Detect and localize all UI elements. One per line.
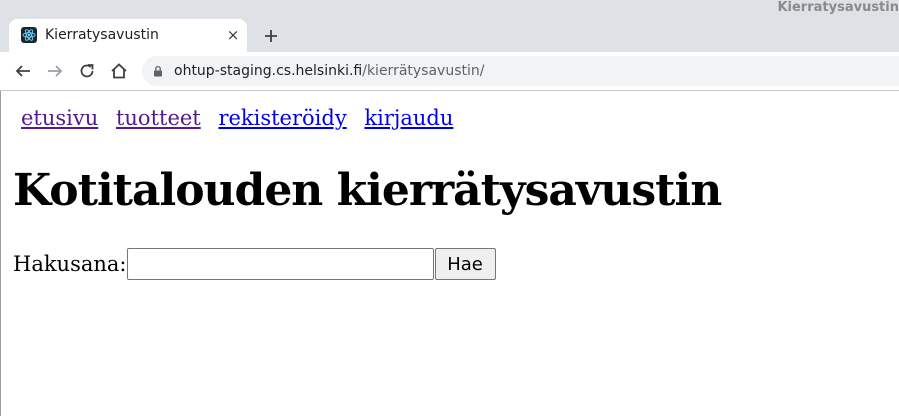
browser-tab-active[interactable]: Kierratysavustin × bbox=[9, 19, 247, 52]
nav-link-etusivu[interactable]: etusivu bbox=[21, 106, 98, 130]
tab-close-icon[interactable]: × bbox=[225, 27, 241, 43]
plus-icon bbox=[265, 30, 277, 42]
page-content: etusivu tuotteet rekisteröidy kirjaudu K… bbox=[0, 91, 899, 416]
forward-button[interactable] bbox=[44, 60, 66, 82]
new-tab-button[interactable] bbox=[259, 24, 283, 48]
react-logo-icon bbox=[21, 27, 37, 43]
back-arrow-icon bbox=[15, 65, 30, 77]
search-label: Hakusana: bbox=[13, 252, 127, 276]
tab-title: Kierratysavustin bbox=[45, 27, 159, 43]
search-button[interactable]: Hae bbox=[434, 248, 496, 280]
nav-link-rekisteroidy[interactable]: rekisteröidy bbox=[218, 106, 346, 130]
url-host: ohtup-staging.cs.helsinki.fi bbox=[174, 63, 363, 79]
window-titlebar: Kierratysavustin Kierratysavustin × bbox=[0, 0, 899, 52]
reload-icon bbox=[80, 64, 94, 78]
forward-arrow-icon bbox=[48, 65, 63, 77]
back-button[interactable] bbox=[12, 60, 34, 82]
page-title: Kotitalouden kierrätysavustin bbox=[13, 165, 722, 216]
search-input[interactable] bbox=[126, 248, 434, 280]
nav-link-kirjaudu[interactable]: kirjaudu bbox=[364, 106, 453, 130]
url-text[interactable]: ohtup-staging.cs.helsinki.fi/kierrätysav… bbox=[174, 56, 484, 86]
address-bar[interactable]: ohtup-staging.cs.helsinki.fi/kierrätysav… bbox=[142, 56, 899, 86]
url-path: /kierrätysavustin/ bbox=[362, 63, 485, 79]
browser-toolbar: ohtup-staging.cs.helsinki.fi/kierrätysav… bbox=[0, 52, 899, 91]
home-icon bbox=[111, 63, 127, 79]
nav-link-tuotteet[interactable]: tuotteet bbox=[116, 106, 201, 130]
reload-button[interactable] bbox=[76, 60, 98, 82]
site-navigation: etusivu tuotteet rekisteröidy kirjaudu bbox=[21, 105, 464, 131]
window-title: Kierratysavustin bbox=[777, 0, 899, 15]
home-button[interactable] bbox=[108, 60, 130, 82]
lock-icon[interactable] bbox=[152, 65, 164, 77]
search-form: Hakusana: Hae bbox=[13, 248, 496, 280]
